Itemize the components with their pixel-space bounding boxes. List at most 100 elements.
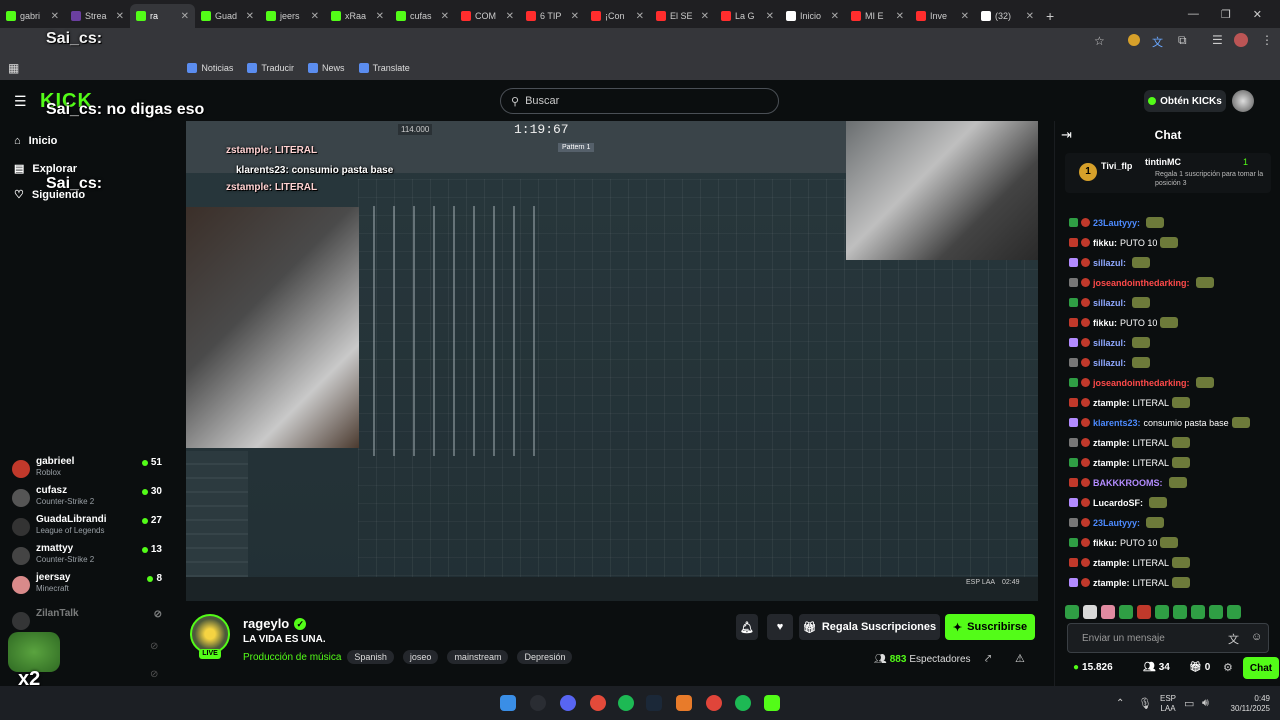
- close-tab-icon[interactable]: ✕: [961, 11, 969, 22]
- tray-chevron-icon[interactable]: ⌃: [1116, 698, 1124, 709]
- chat-username[interactable]: fikku:: [1093, 538, 1117, 548]
- browser-tab[interactable]: Inicio ✕: [780, 4, 845, 28]
- bookmark-translate[interactable]: Translate: [358, 62, 410, 73]
- minimize-icon[interactable]: —: [1188, 8, 1199, 20]
- emote-icon[interactable]: [1065, 605, 1079, 619]
- nav-home[interactable]: ⌂ Inicio: [14, 135, 57, 147]
- channel-item-gabrieel[interactable]: gabrieel Roblox 51: [12, 456, 162, 482]
- chat-username[interactable]: ztample:: [1093, 438, 1130, 448]
- notification-bell-button[interactable]: 🔔︎: [736, 614, 758, 640]
- close-tab-icon[interactable]: ✕: [116, 11, 124, 22]
- get-kicks-button[interactable]: Obtén KICKs: [1144, 90, 1226, 112]
- close-tab-icon[interactable]: ✕: [831, 11, 839, 22]
- bookmark-news-es[interactable]: Noticias: [187, 62, 233, 73]
- close-tab-icon[interactable]: ✕: [636, 11, 644, 22]
- close-tab-icon[interactable]: ✕: [896, 11, 904, 22]
- browser-tab[interactable]: Inve ✕: [910, 4, 975, 28]
- chat-username[interactable]: sillazul:: [1093, 258, 1126, 268]
- close-tab-icon[interactable]: ✕: [571, 11, 579, 22]
- chat-username[interactable]: ztample:: [1093, 578, 1130, 588]
- browser-tab[interactable]: 6 TIP ✕: [520, 4, 585, 28]
- emote-icon[interactable]: [1227, 605, 1241, 619]
- chat-username[interactable]: sillazul:: [1093, 338, 1126, 348]
- chat-username[interactable]: fikku:: [1093, 318, 1117, 328]
- reading-list-icon[interactable]: ☰: [1212, 33, 1223, 47]
- channel-item-jeersay[interactable]: jeersay Minecraft 8: [12, 572, 162, 598]
- tag[interactable]: Spanish: [347, 650, 394, 664]
- emote-icon[interactable]: [1173, 605, 1187, 619]
- close-tab-icon[interactable]: ✕: [506, 11, 514, 22]
- chat-input[interactable]: Enviar un mensaje 文 ☺: [1067, 623, 1269, 653]
- channel-item-zmattyy[interactable]: zmattyy Counter-Strike 2 13: [12, 543, 162, 569]
- close-tab-icon[interactable]: ✕: [701, 11, 709, 22]
- browser-tab[interactable]: ¡Con ✕: [585, 4, 650, 28]
- chat-username[interactable]: sillazul:: [1093, 298, 1126, 308]
- bookmark-translate-es[interactable]: Traducir: [247, 62, 294, 73]
- gift-subs-button[interactable]: 🎁︎ Regala Suscripciones: [799, 614, 940, 640]
- windows-start-icon[interactable]: [500, 695, 516, 711]
- channel-points[interactable]: ● 15.826: [1073, 662, 1113, 673]
- browser-tab[interactable]: Guad ✕: [195, 4, 260, 28]
- steam-icon[interactable]: [646, 695, 662, 711]
- extension-icon[interactable]: [1128, 34, 1140, 46]
- menu-icon[interactable]: ⋮: [1261, 33, 1273, 47]
- chat-username[interactable]: joseandointhedarking:: [1093, 378, 1190, 388]
- apps-grid-icon[interactable]: ▦: [8, 61, 19, 75]
- profile-avatar[interactable]: [1234, 33, 1248, 47]
- chat-username[interactable]: BAKKKROOMS:: [1093, 478, 1163, 488]
- close-tab-icon[interactable]: ✕: [181, 11, 189, 22]
- chat-username[interactable]: LucardoSF:: [1093, 498, 1143, 508]
- close-window-icon[interactable]: ✕: [1253, 8, 1262, 21]
- browser-tab[interactable]: gabri ✕: [0, 4, 65, 28]
- restore-icon[interactable]: ❐: [1221, 8, 1231, 21]
- close-tab-icon[interactable]: ✕: [441, 11, 449, 22]
- address-bar[interactable]: ☆ 文 ⧉ ☰ ⋮: [0, 28, 1280, 55]
- search-input[interactable]: ⚲ Buscar: [500, 88, 779, 114]
- close-tab-icon[interactable]: ✕: [766, 11, 774, 22]
- browser-tab[interactable]: La G ✕: [715, 4, 780, 28]
- emote-icon[interactable]: [1209, 605, 1223, 619]
- video-player[interactable]: 114.000 1:19:67 Pattern 1 ESP LAA 02:49: [186, 121, 1038, 601]
- chat-username[interactable]: ztample:: [1093, 398, 1130, 408]
- language-indicator[interactable]: ESP LAA: [1160, 694, 1176, 714]
- report-icon[interactable]: ⚠: [1015, 652, 1025, 665]
- chat-username[interactable]: sillazul:: [1093, 358, 1126, 368]
- hamburger-menu-icon[interactable]: ☰: [14, 93, 27, 110]
- close-tab-icon[interactable]: ✕: [246, 11, 254, 22]
- tag[interactable]: Depresión: [517, 650, 573, 664]
- channel-item-guadalibrandi[interactable]: GuadaLibrandi League of Legends 27: [12, 514, 162, 540]
- tag[interactable]: joseo: [402, 650, 439, 664]
- emoji-icon[interactable]: ☺: [1251, 631, 1262, 643]
- close-tab-icon[interactable]: ✕: [51, 11, 59, 22]
- browser-tab[interactable]: (32) ✕: [975, 4, 1040, 28]
- nav-explore[interactable]: ▤ Explorar: [14, 162, 77, 176]
- spotify-icon[interactable]: [618, 695, 634, 711]
- settings-icon[interactable]: ⚙: [1223, 661, 1233, 674]
- clock[interactable]: 0:49 30/11/2025: [1222, 694, 1270, 714]
- translate-icon[interactable]: 文: [1152, 34, 1163, 50]
- new-tab-button[interactable]: +: [1040, 4, 1060, 28]
- chat-username[interactable]: ztample:: [1093, 458, 1130, 468]
- chat-username[interactable]: joseandointhedarking:: [1093, 278, 1190, 288]
- browser-tab[interactable]: El SE ✕: [650, 4, 715, 28]
- emote-icon[interactable]: [1155, 605, 1169, 619]
- user-avatar[interactable]: [1232, 90, 1254, 112]
- chat-username[interactable]: 23Lautyyy:: [1093, 218, 1140, 228]
- streamer-name[interactable]: rageylo ✓: [243, 616, 307, 631]
- chat-username[interactable]: ztample:: [1093, 558, 1130, 568]
- follow-button[interactable]: ♥: [767, 614, 793, 640]
- chat-username[interactable]: klarents23:: [1093, 418, 1141, 428]
- spotify-icon[interactable]: [735, 695, 751, 711]
- emote-icon[interactable]: [1083, 605, 1097, 619]
- channel-item-cufasz[interactable]: cufasz Counter-Strike 2 30: [12, 485, 162, 511]
- browser-tab[interactable]: COM ✕: [455, 4, 520, 28]
- microphone-icon[interactable]: 🎙︎: [1138, 697, 1152, 710]
- browser-tab[interactable]: cufas ✕: [390, 4, 455, 28]
- chat-username[interactable]: fikku:: [1093, 238, 1117, 248]
- network-icon[interactable]: ▭: [1184, 697, 1194, 710]
- streamer-avatar[interactable]: [190, 614, 230, 654]
- kick-app-icon[interactable]: [764, 695, 780, 711]
- app-icon[interactable]: [530, 695, 546, 711]
- browser-tab[interactable]: ra ✕: [130, 4, 195, 28]
- star-icon[interactable]: ☆: [1094, 34, 1105, 48]
